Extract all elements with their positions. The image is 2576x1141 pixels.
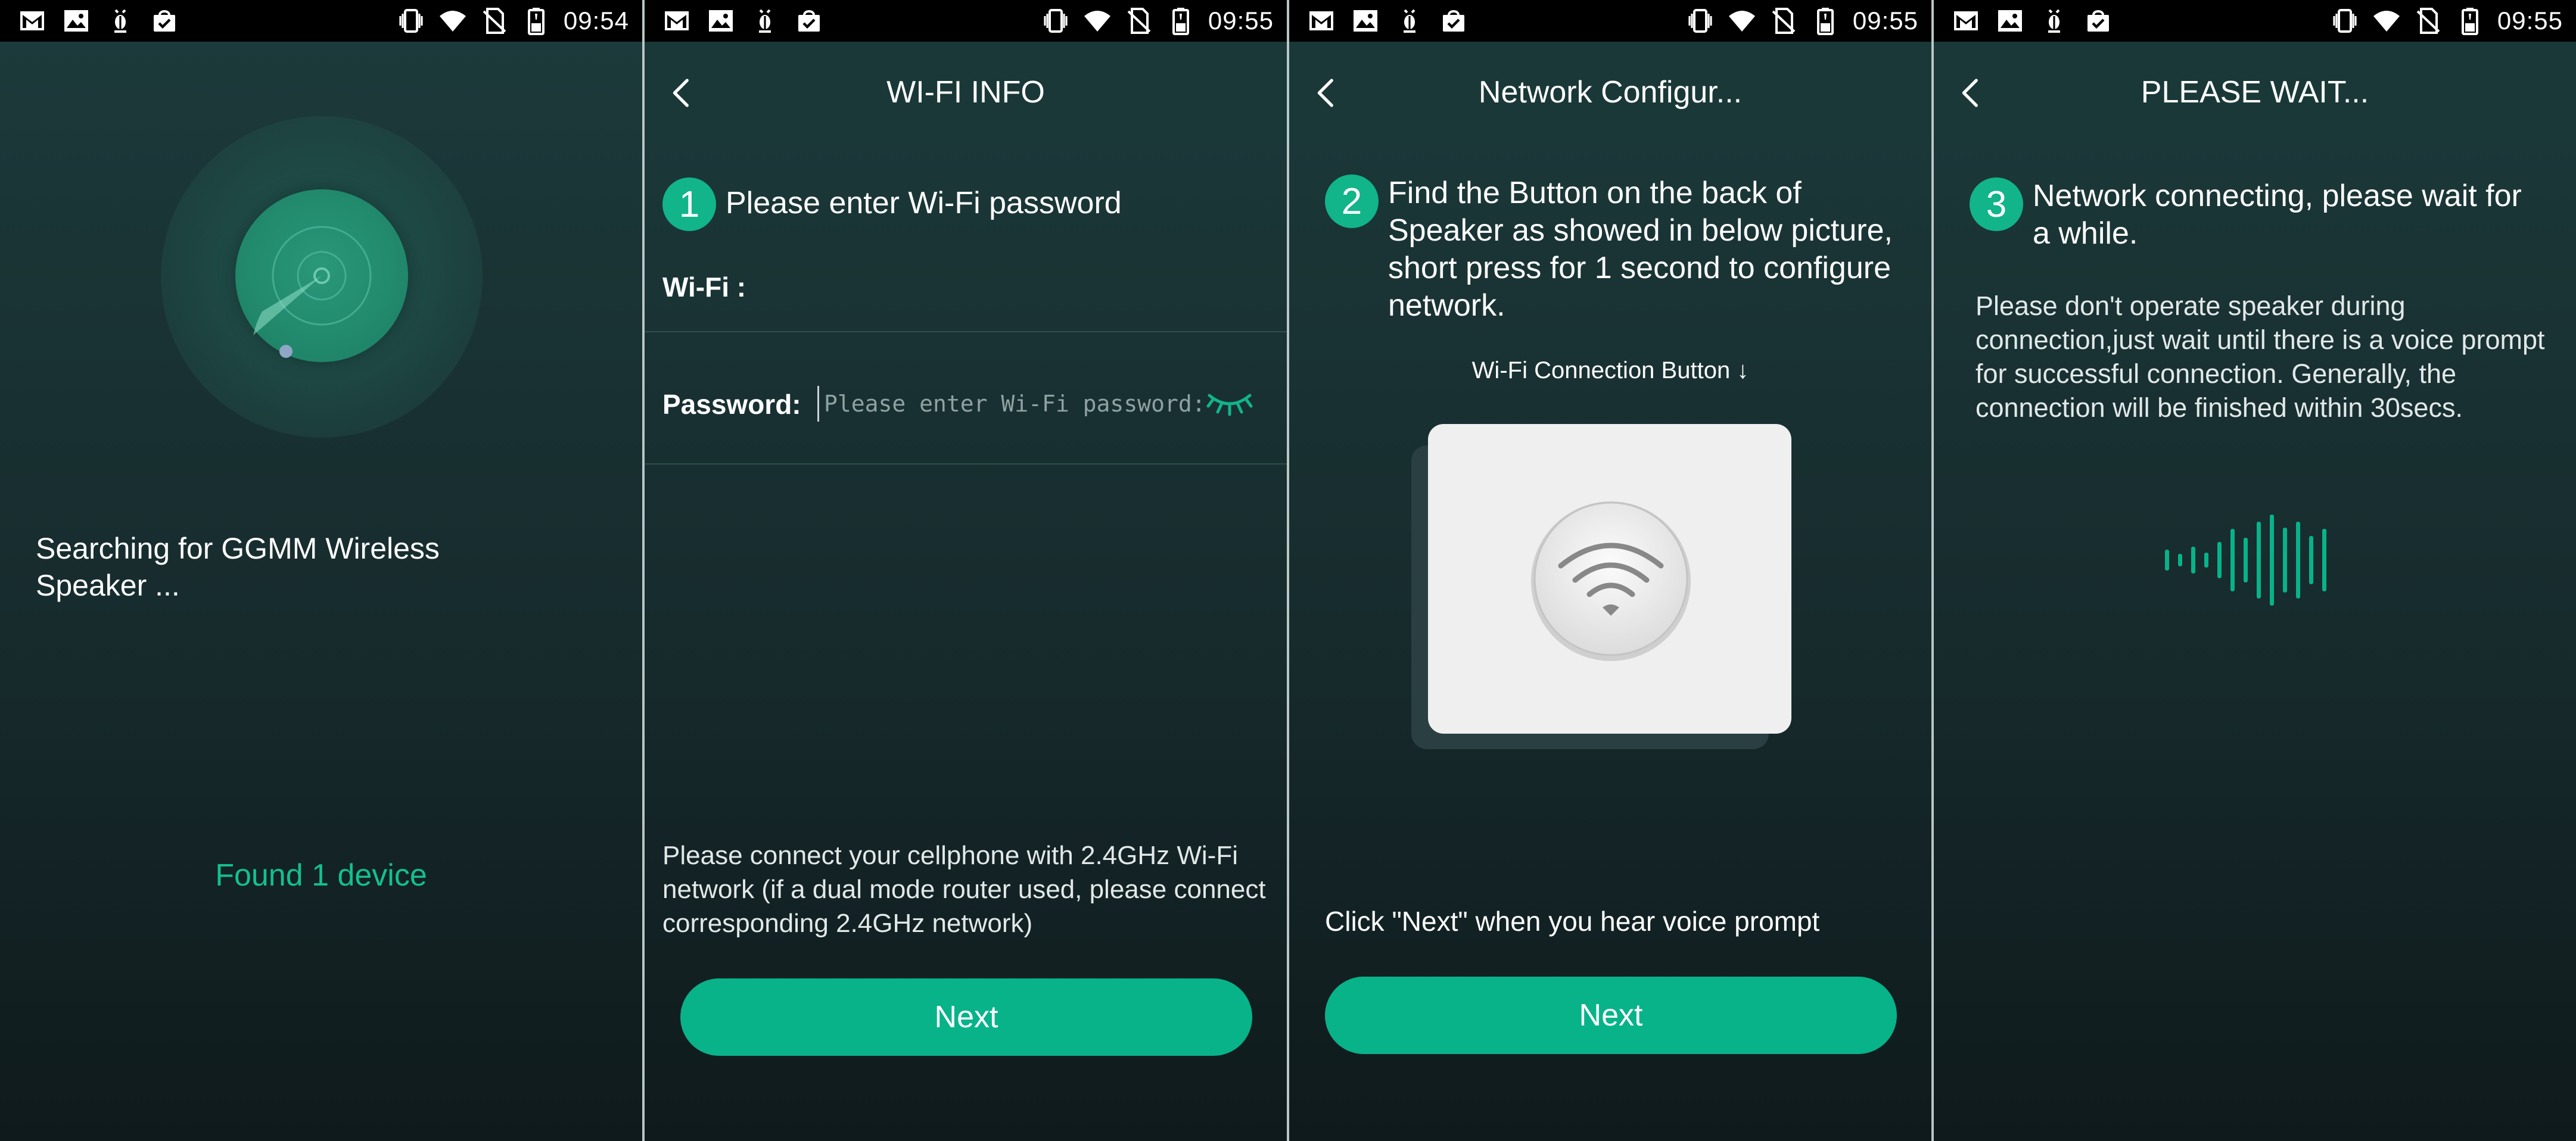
radar-scan-icon bbox=[253, 226, 372, 358]
wifi-icon bbox=[1728, 7, 1756, 35]
status-bar: 09:55 bbox=[1289, 0, 1931, 42]
wifi-icon bbox=[1531, 501, 1691, 661]
no-sim-icon bbox=[480, 7, 509, 35]
page-title: PLEASE WAIT... bbox=[2141, 75, 2369, 110]
status-time: 09:55 bbox=[1208, 7, 1274, 35]
network-config-screen: 09:55 Network Configur... 2 Find the But… bbox=[1289, 0, 1931, 1141]
back-arrow-icon[interactable] bbox=[665, 76, 698, 110]
step-instruction: Network connecting, please wait for a wh… bbox=[2033, 179, 2522, 251]
nav-bar: WI-FI INFO bbox=[645, 42, 1287, 143]
divider bbox=[645, 463, 1287, 464]
no-sim-icon bbox=[1769, 7, 1798, 35]
wifi-icon bbox=[438, 7, 467, 35]
status-bar: 09:55 bbox=[645, 0, 1287, 42]
page-title: WI-FI INFO bbox=[886, 75, 1045, 110]
status-bar: 09:55 bbox=[1934, 0, 2576, 42]
sound-wave-icon bbox=[2165, 515, 2326, 606]
password-label: Password: bbox=[662, 389, 801, 420]
search-screen: 09:54 Searching for GGMM Wireless Speake… bbox=[0, 0, 642, 1141]
status-time: 09:55 bbox=[2497, 7, 2563, 35]
wifi-info-screen: 09:55 WI-FI INFO 1 Please enter Wi-Fi pa… bbox=[645, 0, 1287, 1141]
please-wait-screen: 09:55 PLEASE WAIT... 3 Network connectin… bbox=[1934, 0, 2576, 1141]
image-icon bbox=[62, 7, 91, 35]
vibrate-icon bbox=[1686, 7, 1715, 35]
step-number-badge: 2 bbox=[1325, 174, 1379, 228]
step-number-badge: 3 bbox=[1970, 177, 2023, 231]
password-input[interactable] bbox=[817, 386, 1253, 422]
battery-icon bbox=[522, 7, 550, 35]
shopping-bag-icon bbox=[150, 7, 179, 35]
step-header: 3 Network connecting, please wait for a … bbox=[1970, 177, 2545, 252]
battery-icon bbox=[1166, 7, 1195, 35]
battery-icon bbox=[1811, 7, 1840, 35]
wifi-icon bbox=[2372, 7, 2401, 35]
next-button[interactable]: Next bbox=[680, 978, 1252, 1056]
searching-text: Searching for GGMM Wireless Speaker ... bbox=[36, 532, 440, 602]
nav-bar: Network Configur... bbox=[1289, 42, 1931, 143]
image-icon bbox=[707, 7, 735, 35]
bug-icon bbox=[751, 7, 779, 35]
shopping-bag-icon bbox=[795, 7, 823, 35]
gmail-icon bbox=[18, 7, 46, 35]
nav-bar: PLEASE WAIT... bbox=[1934, 42, 2576, 143]
next-button[interactable]: Next bbox=[1325, 977, 1897, 1054]
status-time: 09:54 bbox=[563, 7, 629, 35]
bug-icon bbox=[1395, 7, 1424, 35]
divider bbox=[645, 331, 1287, 332]
gmail-icon bbox=[1952, 7, 1980, 35]
wifi-label: Wi-Fi : bbox=[662, 272, 746, 303]
step-header: 2 Find the Button on the back of Speaker… bbox=[1325, 174, 1912, 325]
status-bar: 09:54 bbox=[0, 0, 642, 42]
no-sim-icon bbox=[1125, 7, 1153, 35]
step-number-badge: 1 bbox=[662, 177, 716, 231]
step-instruction: Please enter Wi-Fi password bbox=[726, 186, 1122, 220]
bug-icon bbox=[2040, 7, 2068, 35]
step-instruction: Find the Button on the back of Speaker a… bbox=[1388, 176, 1893, 323]
back-arrow-icon[interactable] bbox=[1309, 76, 1343, 110]
page-title: Network Configur... bbox=[1478, 75, 1743, 110]
image-icon bbox=[1996, 7, 2024, 35]
shopping-bag-icon bbox=[2084, 7, 2113, 35]
button-caption: Wi-Fi Connection Button ↓ bbox=[1471, 357, 1749, 384]
gmail-icon bbox=[1307, 7, 1336, 35]
battery-icon bbox=[2456, 7, 2484, 35]
no-sim-icon bbox=[2414, 7, 2443, 35]
found-device-text: Found 1 device bbox=[215, 858, 427, 893]
status-time: 09:55 bbox=[1852, 7, 1918, 35]
vibrate-icon bbox=[1041, 7, 1070, 35]
image-icon bbox=[1351, 7, 1380, 35]
wifi-icon bbox=[1083, 7, 1112, 35]
step-header: 1 Please enter Wi-Fi password bbox=[662, 177, 1122, 231]
vibrate-icon bbox=[397, 7, 425, 35]
gmail-icon bbox=[662, 7, 691, 35]
wait-note: Please don't operate speaker during conn… bbox=[1975, 291, 2545, 423]
voice-prompt-note: Click "Next" when you hear voice prompt bbox=[1325, 906, 1820, 937]
back-arrow-icon[interactable] bbox=[1954, 76, 1987, 110]
eye-closed-icon[interactable] bbox=[1205, 385, 1255, 418]
vibrate-icon bbox=[2331, 7, 2359, 35]
bug-icon bbox=[106, 7, 135, 35]
shopping-bag-icon bbox=[1439, 7, 1468, 35]
screenshot-strip: 09:54 Searching for GGMM Wireless Speake… bbox=[0, 0, 2576, 1141]
network-note: Please connect your cellphone with 2.4GH… bbox=[662, 841, 1266, 938]
